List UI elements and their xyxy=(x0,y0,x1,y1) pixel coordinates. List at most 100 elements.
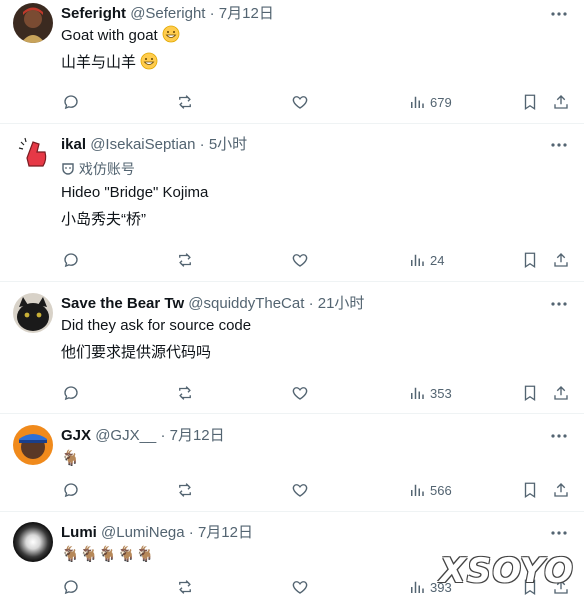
avatar[interactable] xyxy=(13,134,53,174)
retweet-button[interactable] xyxy=(176,480,194,500)
reply-button[interactable] xyxy=(62,92,80,112)
share-button[interactable] xyxy=(552,92,570,112)
tweet-translation: 小岛秀夫“桥” xyxy=(61,210,146,230)
timestamp[interactable]: · 7月12日 xyxy=(189,524,253,541)
more-options-icon[interactable] xyxy=(550,427,568,445)
share-icon xyxy=(554,386,568,400)
display-name[interactable]: Lumi xyxy=(61,524,97,541)
like-button[interactable] xyxy=(291,577,309,597)
avatar[interactable] xyxy=(13,425,53,465)
user-handle[interactable]: @LumiNega xyxy=(101,524,185,541)
timestamp[interactable]: · 7月12日 xyxy=(210,5,274,22)
heart-icon xyxy=(292,387,308,400)
reply-icon xyxy=(64,95,78,110)
timestamp[interactable]: · 5小时 xyxy=(200,136,248,153)
bookmark-icon xyxy=(524,482,536,499)
goat-emoji-icon: 🐐🐐🐐🐐🐐 xyxy=(61,546,155,563)
reply-icon xyxy=(64,580,78,595)
analytics-icon xyxy=(411,96,424,108)
share-icon xyxy=(554,483,568,497)
heart-icon xyxy=(292,254,308,267)
reply-button[interactable] xyxy=(62,577,80,597)
bookmark-button[interactable] xyxy=(521,92,539,112)
analytics-icon xyxy=(411,254,424,266)
tweet-1[interactable]: Seferight @Seferight · 7月12日 Goat with g… xyxy=(0,0,584,124)
bookmark-button[interactable] xyxy=(521,480,539,500)
share-button[interactable] xyxy=(552,250,570,270)
display-name[interactable]: ikal xyxy=(61,136,86,153)
view-count: 24 xyxy=(430,252,445,268)
user-handle[interactable]: @IsekaiSeptian xyxy=(90,136,195,153)
timestamp[interactable]: · 21小时 xyxy=(309,295,365,312)
tweet-text-line: 山羊与山羊 xyxy=(61,54,137,71)
tweet-actions: 24 xyxy=(0,250,584,270)
views-button[interactable]: 24 xyxy=(408,250,444,270)
tweet-text: Goat with goat xyxy=(61,25,180,49)
like-button[interactable] xyxy=(291,480,309,500)
watermark-logo: XSOYO xyxy=(439,551,574,591)
retweet-icon xyxy=(179,386,191,400)
analytics-icon xyxy=(411,484,424,496)
reply-button[interactable] xyxy=(62,480,80,500)
tweet-text-line: Did they ask for source code xyxy=(61,317,252,334)
analytics-icon xyxy=(411,387,424,399)
grinning-emoji-icon xyxy=(140,52,158,76)
tweet-actions: 566 xyxy=(0,480,584,500)
retweet-icon xyxy=(179,483,191,497)
avatar[interactable] xyxy=(13,293,53,333)
like-button[interactable] xyxy=(291,92,309,112)
timestamp[interactable]: · 7月12日 xyxy=(160,427,224,444)
tweet-4[interactable]: GJX @GJX__ · 7月12日 🐐 566 xyxy=(0,414,584,512)
more-options-icon[interactable] xyxy=(550,136,568,154)
tweet-text: 🐐🐐🐐🐐🐐 xyxy=(61,545,154,565)
tweet-text-line: 他们要求提供源代码吗 xyxy=(61,344,212,361)
tweet-text-line: 小岛秀夫“桥” xyxy=(61,211,146,228)
more-options-icon[interactable] xyxy=(550,524,568,542)
display-name[interactable]: GJX xyxy=(61,427,91,444)
avatar[interactable] xyxy=(13,3,53,43)
tweet-text-line: Goat with goat xyxy=(61,27,158,44)
parody-badge: 戏仿账号 xyxy=(61,160,135,178)
retweet-button[interactable] xyxy=(176,383,194,403)
share-button[interactable] xyxy=(552,480,570,500)
tweet-header: Lumi @LumiNega · 7月12日 xyxy=(61,523,253,543)
tweet-2[interactable]: ikal @IsekaiSeptian · 5小时 戏仿账号 Hideo "Br… xyxy=(0,124,584,282)
tweet-header: Save the Bear Tw @squiddyTheCat · 21小时 xyxy=(61,294,364,314)
bookmark-icon xyxy=(524,94,536,111)
views-button[interactable]: 566 xyxy=(408,480,452,500)
reply-button[interactable] xyxy=(62,250,80,270)
retweet-button[interactable] xyxy=(176,92,194,112)
share-icon xyxy=(554,253,568,267)
more-options-icon[interactable] xyxy=(550,5,568,23)
bookmark-button[interactable] xyxy=(521,250,539,270)
views-button[interactable]: 679 xyxy=(408,92,452,112)
user-handle[interactable]: @GJX__ xyxy=(95,427,156,444)
reply-icon xyxy=(64,386,78,401)
user-handle[interactable]: @squiddyTheCat xyxy=(188,295,304,312)
goat-emoji-icon: 🐐 xyxy=(61,450,80,467)
view-count: 566 xyxy=(430,482,452,498)
more-options-icon[interactable] xyxy=(550,295,568,313)
display-name[interactable]: Save the Bear Tw xyxy=(61,295,184,312)
bookmark-icon xyxy=(524,252,536,269)
view-count: 679 xyxy=(430,94,452,110)
retweet-button[interactable] xyxy=(176,250,194,270)
tweet-3[interactable]: Save the Bear Tw @squiddyTheCat · 21小时 D… xyxy=(0,282,584,414)
tweet-text: Hideo "Bridge" Kojima xyxy=(61,183,208,203)
avatar[interactable] xyxy=(13,522,53,562)
tweet-text: 🐐 xyxy=(61,449,80,469)
retweet-button[interactable] xyxy=(176,577,194,597)
reply-icon xyxy=(64,253,78,268)
user-handle[interactable]: @Seferight xyxy=(130,5,205,22)
tweet-translation: 山羊与山羊 xyxy=(61,52,158,76)
tweet-text: Did they ask for source code xyxy=(61,316,251,336)
reply-icon xyxy=(64,483,78,498)
share-button[interactable] xyxy=(552,383,570,403)
bookmark-button[interactable] xyxy=(521,383,539,403)
display-name[interactable]: Seferight xyxy=(61,5,126,22)
like-button[interactable] xyxy=(291,250,309,270)
like-button[interactable] xyxy=(291,383,309,403)
tweet-text-line: Hideo "Bridge" Kojima xyxy=(61,184,209,201)
reply-button[interactable] xyxy=(62,383,80,403)
views-button[interactable]: 353 xyxy=(408,383,452,403)
